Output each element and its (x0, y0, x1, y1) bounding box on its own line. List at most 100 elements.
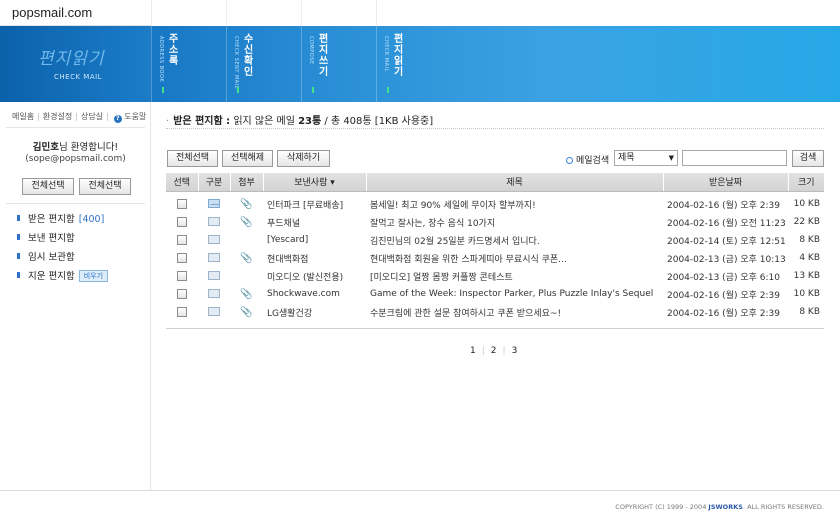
table-row[interactable]: 📎 인터파크 [무료배송] 봄세일! 최고 90% 세일에 무이자 할부까지! 200… (166, 191, 824, 213)
header-banner: 편지읽기 CHECK MAIL ADDRESS BOOK 주소록 CHECK S… (0, 26, 840, 102)
search-field-select[interactable]: 제목 ▼ (614, 150, 678, 166)
row-checkbox[interactable] (177, 288, 187, 299)
page-link[interactable]: 3 (512, 346, 518, 356)
deselect-button[interactable]: 선택해제 (222, 150, 273, 167)
row-sender[interactable]: 현대백화점 (263, 249, 366, 267)
sidebar: 메일홈 | 환경설정 | 상담실 |? 도움말 김민호님 환영합니다! (sope@pop… (0, 102, 151, 490)
read-envelope-icon (208, 217, 220, 226)
read-envelope-icon (208, 307, 220, 316)
folder-name: 보낸 편지함 (28, 233, 75, 244)
row-sender[interactable]: [Yescard] (263, 231, 366, 249)
nav-tab-label: 편지읽기 (394, 34, 404, 78)
row-checkbox[interactable] (177, 234, 187, 245)
mail-table: 선택 구분 첨부 보낸사람 ▾ 제목 받은날짜 크기 📎 인터파크 [무료배송] 봄… (166, 173, 824, 321)
col-subject: 제목 (365, 173, 663, 192)
radio-icon[interactable] (566, 157, 573, 164)
row-checkbox[interactable] (177, 216, 187, 227)
row-sender[interactable]: LG생활건강 (263, 303, 366, 321)
summary-text: / 총 (321, 116, 344, 127)
row-subject[interactable]: 김진민님의 02월 25일분 카드명세서 입니다. (366, 231, 663, 249)
welcome-message: 김민호님 환영합니다! (0, 139, 151, 153)
search-label: 메일검색 (566, 153, 609, 166)
page-link[interactable]: 2 (491, 346, 497, 356)
row-date: 2004-02-16 (월) 오후 2:39 (667, 290, 780, 301)
read-envelope-icon (208, 235, 220, 244)
table-row[interactable]: 미오디오 (발신전용) [미오디오] 얼짱 몸짱 커플짱 콘테스트 2004-02-… (166, 267, 824, 285)
nav-tab-check-sent[interactable]: CHECK SENT MAIL 수신확인 (226, 26, 301, 102)
logo[interactable]: popsmail.com (0, 0, 151, 26)
unread-envelope-icon (208, 199, 220, 209)
user-name: 김민호 (32, 142, 59, 153)
table-header: 선택 구분 첨부 보낸사람 ▾ 제목 받은날짜 크기 (166, 173, 824, 192)
row-subject[interactable]: Game of the Week: Inspector Parker, Plus… (366, 285, 663, 303)
sidebar-links: 메일홈 | 환경설정 | 상담실 |? 도움말 (12, 112, 147, 123)
row-date: 2004-02-14 (토) 오후 12:51 (667, 236, 786, 247)
divider (6, 127, 145, 128)
divider (166, 128, 824, 129)
row-checkbox[interactable] (177, 252, 187, 263)
read-envelope-icon (208, 253, 220, 262)
delete-button[interactable]: 삭제하기 (277, 150, 330, 167)
col-sender[interactable]: 보낸사람 ▾ (262, 173, 366, 192)
nav-tab-en: CHECK SENT MAIL (233, 36, 239, 89)
copyright-brand: JSWORKS (708, 503, 743, 511)
welcome-suffix: 님 환영합니다! (58, 142, 119, 153)
row-subject[interactable]: 잘먹고 잘사는, 장수 음식 10가지 (366, 213, 663, 231)
row-subject[interactable]: 봄세일! 최고 90% 세일에 무이자 할부까지! (366, 191, 663, 213)
user-email: (sope@popsmail.com) (25, 154, 126, 164)
row-date: 2004-02-16 (월) 오전 11:23 (667, 218, 786, 229)
folder-bullet-icon (17, 234, 20, 240)
summary-text: 읽지 않은 메일 (230, 116, 299, 127)
table-row[interactable]: 📎 푸드채널 잘먹고 잘사는, 장수 음식 10가지 2004-02-16 (월) 오… (166, 213, 824, 231)
row-subject[interactable]: 수분크림에 관한 설문 참여하시고 쿠폰 받으세요~! (366, 303, 663, 321)
nav-tab-compose[interactable]: COMPOSE 편지쓰기 (301, 26, 376, 102)
folder-count: [400] (78, 214, 105, 225)
help-icon[interactable]: ? (113, 115, 122, 123)
paperclip-icon: 📎 (240, 198, 253, 210)
paperclip-icon: 📎 (240, 288, 253, 300)
table-row[interactable]: [Yescard] 김진민님의 02월 25일분 카드명세서 입니다. 2004-0… (166, 231, 824, 249)
table-row[interactable]: 📎 현대백화점 현대백화점 회원을 위한 스파게띠아 무료시식 쿠폰... 2004-… (166, 249, 824, 267)
tab-marker-icon (387, 87, 389, 93)
chevron-down-icon: ▼ (668, 154, 674, 162)
row-subject[interactable]: 현대백화점 회원을 위한 스파게띠아 무료시식 쿠폰... (366, 249, 663, 267)
empty-trash-button[interactable]: 비우기 (78, 270, 109, 282)
read-envelope-icon (208, 289, 220, 298)
divider (6, 203, 145, 204)
search-label-text: 메일검색 (576, 156, 610, 166)
row-sender[interactable]: Shockwave.com (263, 285, 366, 303)
folder-name: 임시 보관함 (28, 252, 75, 263)
folder-bullet-icon (17, 215, 20, 221)
link-mail-home[interactable]: 메일홈 (12, 112, 34, 121)
row-checkbox[interactable] (177, 270, 187, 281)
sidebar-button-a[interactable]: 전체선택 (22, 178, 74, 195)
page-link[interactable]: 1 (470, 346, 476, 356)
nav-tab-en: COMPOSE (308, 36, 314, 65)
col-size: 크기 (787, 173, 824, 192)
nav-tab-check-mail[interactable]: CHECK MAIL 편지읽기 (376, 26, 451, 102)
nav-tab-address-book[interactable]: ADDRESS BOOK 주소록 (151, 26, 226, 102)
select-all-button[interactable]: 전체선택 (167, 150, 218, 167)
row-checkbox[interactable] (177, 306, 187, 317)
row-sender[interactable]: 미오디오 (발신전용) (263, 267, 366, 285)
tab-marker-icon (162, 87, 164, 93)
row-date: 2004-02-16 (월) 오후 2:39 (667, 200, 780, 211)
table-row[interactable]: 📎 Shockwave.com Game of the Week: Inspecto… (166, 285, 824, 303)
link-support[interactable]: 상담실 (81, 112, 103, 121)
table-row[interactable]: 📎 LG생활건강 수분크림에 관한 설문 참여하시고 쿠폰 받으세요~! 2004-0… (166, 303, 824, 321)
row-size: 8 KB (799, 307, 820, 317)
row-sender[interactable]: 인터파크 [무료배송] (263, 191, 366, 213)
row-checkbox[interactable] (177, 199, 187, 209)
logo-text: popsmail.com (12, 5, 93, 20)
folder-bullet-icon (17, 253, 20, 259)
link-help[interactable]: 도움말 (124, 112, 146, 121)
usage-text: [1KB 사용중] (371, 116, 434, 127)
sidebar-button-b[interactable]: 전체선택 (79, 178, 131, 195)
search-button[interactable]: 검색 (792, 150, 824, 167)
read-envelope-icon (208, 271, 220, 280)
search-input[interactable] (682, 150, 787, 166)
link-settings[interactable]: 환경설정 (43, 112, 72, 121)
row-sender[interactable]: 푸드채널 (263, 213, 366, 231)
row-subject[interactable]: [미오디오] 얼짱 몸짱 커플짱 콘테스트 (366, 267, 663, 285)
divider (166, 328, 824, 329)
